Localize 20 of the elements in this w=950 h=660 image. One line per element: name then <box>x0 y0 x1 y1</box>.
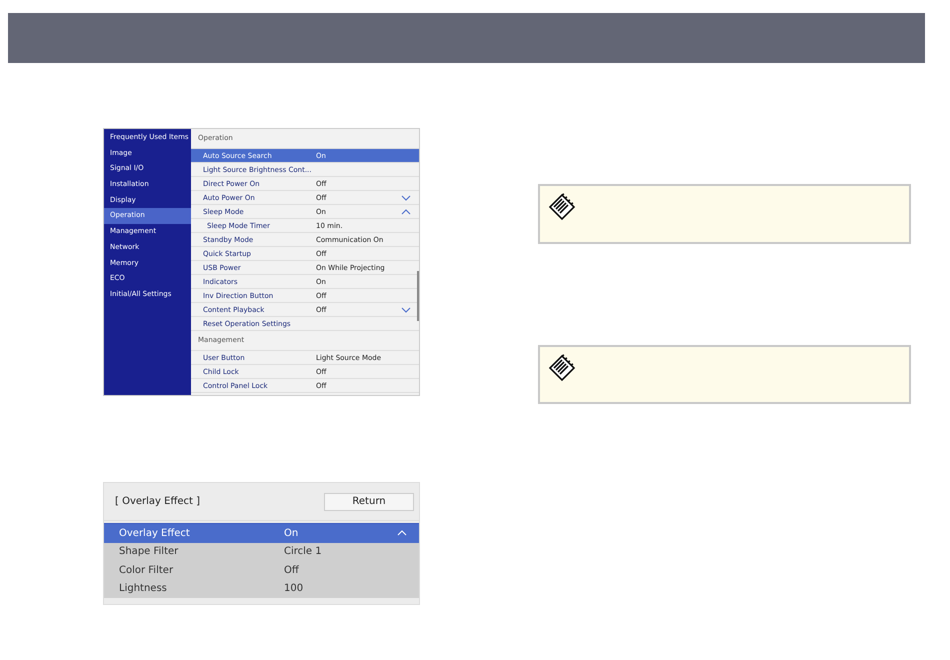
setting-value: On <box>284 528 300 539</box>
setting-label: Color Filter <box>118 564 174 576</box>
setting-value: Circle 1 <box>284 546 323 558</box>
setting-label: Shape Filter <box>118 546 180 558</box>
setting-value: Off <box>284 564 300 576</box>
notepad-icon <box>546 193 576 223</box>
setting-value: 100 <box>284 583 304 594</box>
chevron-down-icon[interactable] <box>401 306 411 312</box>
screen-title: [ Overlay Effect ] <box>115 496 200 507</box>
return-button[interactable]: Return <box>324 492 414 510</box>
menu-row[interactable]: Shape Filter Circle 1 <box>104 542 419 561</box>
menu-row[interactable]: Lightness 100 <box>104 580 419 598</box>
scrollbar-thumb[interactable] <box>417 271 419 321</box>
menu-row[interactable]: Overlay Effect On <box>104 523 419 542</box>
chevron-down-icon[interactable] <box>401 194 411 200</box>
chevron-up-icon[interactable] <box>401 208 411 214</box>
setting-label: Lightness <box>118 583 168 594</box>
menu-row[interactable]: Color Filter Off <box>104 561 419 580</box>
setting-label: Overlay Effect <box>118 528 191 539</box>
notepad-icon <box>546 354 576 384</box>
